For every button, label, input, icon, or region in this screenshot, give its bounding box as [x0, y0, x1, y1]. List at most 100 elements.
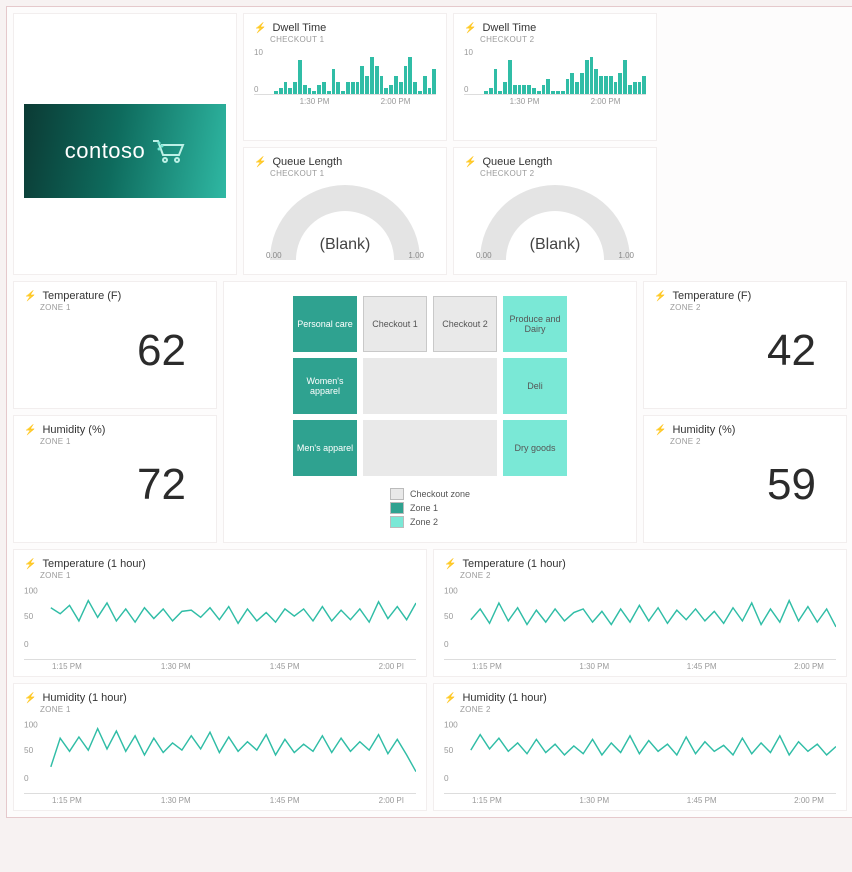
tile-title: Dwell Time: [272, 22, 326, 34]
temperature-zone2-value: 42: [654, 326, 836, 376]
tile-title: Temperature (F): [42, 290, 121, 302]
bolt-icon: ⚡: [444, 693, 456, 704]
gauge-chart: (Blank) 0.00 1.00: [464, 180, 646, 260]
queue-length-checkout1-tile: ⚡Queue Length CHECKOUT 1 (Blank) 0.00 1.…: [243, 147, 447, 275]
queue-length-checkout2-tile: ⚡ Queue Length CHECKOUT 2 (Blank) 0.00 1.…: [453, 147, 657, 275]
zone-cell: Women's apparel: [293, 358, 357, 414]
dwell-time-checkout2-tile: ⚡ Dwell Time CHECKOUT 2 100 1:30 PM2:00 P…: [453, 13, 657, 141]
gauge-min: 0.00: [266, 251, 282, 260]
gauge-min: 0.00: [476, 251, 492, 260]
humidity-zone1-value: 72: [24, 460, 206, 510]
zone-cell: Dry goods: [503, 420, 567, 476]
legend-label: Checkout zone: [410, 489, 470, 499]
line-chart: 100 50 0: [444, 580, 836, 654]
tile-title: Humidity (1 hour): [462, 692, 546, 704]
zone-grid: Personal careCheckout 1Checkout 2Produce…: [293, 296, 567, 476]
svg-text:100: 100: [24, 720, 38, 729]
bolt-icon: ⚡: [24, 559, 36, 570]
cart-icon: [151, 137, 185, 165]
tile-subtitle: CHECKOUT 2: [480, 169, 646, 178]
tile-title: Temperature (1 hour): [42, 558, 145, 570]
zone-cell: [363, 420, 497, 476]
svg-text:100: 100: [444, 720, 458, 729]
dashboard-frame: contoso ⚡ Dwell Time CHECKOUT 1 100 1:30 …: [6, 6, 852, 818]
legend-item: Zone 1: [390, 502, 470, 514]
svg-text:0: 0: [444, 774, 449, 783]
gauge-value: (Blank): [530, 236, 581, 254]
sparkline-chart: 100 1:30 PM2:00 PM: [464, 48, 646, 116]
tile-subtitle: CHECKOUT 1: [270, 169, 436, 178]
bolt-icon: ⚡: [654, 291, 666, 302]
sparkline-chart: 100 1:30 PM2:00 PM: [254, 48, 436, 116]
svg-text:50: 50: [24, 746, 34, 755]
bolt-icon: ⚡: [24, 693, 36, 704]
temperature-zone2-chart: ⚡Temperature (1 hour) ZONE 2 100 50 0 1:…: [433, 549, 847, 677]
bolt-icon: ⚡: [254, 23, 266, 34]
bolt-icon: ⚡: [464, 157, 476, 168]
bolt-icon: ⚡: [444, 559, 456, 570]
humidity-zone1-chart: ⚡Humidity (1 hour) ZONE 1 100 50 0 1:15 …: [13, 683, 427, 811]
zone-cell: Personal care: [293, 296, 357, 352]
legend-label: Zone 1: [410, 503, 438, 513]
zone-map-tile: Personal careCheckout 1Checkout 2Produce…: [223, 281, 637, 543]
legend-label: Zone 2: [410, 517, 438, 527]
tile-subtitle: ZONE 2: [460, 571, 836, 580]
svg-text:100: 100: [444, 586, 458, 595]
line-chart: 100 50 0: [444, 714, 836, 788]
brand-name: contoso: [65, 138, 146, 164]
tile-subtitle: ZONE 2: [670, 437, 836, 446]
humidity-zone2-chart: ⚡Humidity (1 hour) ZONE 2 100 50 0 1:15 …: [433, 683, 847, 811]
zone-cell: Checkout 2: [433, 296, 497, 352]
zone-cell: Produce and Dairy: [503, 296, 567, 352]
temperature-zone1-value: 62: [24, 326, 206, 376]
tile-subtitle: ZONE 2: [670, 303, 836, 312]
humidity-zone2-value: 59: [654, 460, 836, 510]
legend-swatch: [390, 502, 404, 514]
tile-title: Queue Length: [482, 156, 552, 168]
humidity-zone1-tile: ⚡ Humidity (%) ZONE 1 72: [13, 415, 217, 543]
zone-cell: [363, 358, 497, 414]
zone-cell: Checkout 1: [363, 296, 427, 352]
tile-subtitle: ZONE 1: [40, 437, 206, 446]
humidity-zone2-tile: ⚡Humidity (%) ZONE 2 59: [643, 415, 847, 543]
svg-text:100: 100: [24, 586, 38, 595]
temperature-zone2-tile: ⚡Temperature (F) ZONE 2 42: [643, 281, 847, 409]
tile-title: Humidity (1 hour): [42, 692, 126, 704]
tile-subtitle: ZONE 2: [460, 705, 836, 714]
bolt-icon: ⚡: [254, 157, 266, 168]
legend-swatch: [390, 488, 404, 500]
svg-text:0: 0: [444, 640, 449, 649]
tile-subtitle: ZONE 1: [40, 303, 206, 312]
zone-cell: Men's apparel: [293, 420, 357, 476]
temperature-zone1-chart: ⚡Temperature (1 hour) ZONE 1 100 50 0 1:…: [13, 549, 427, 677]
tile-title: Dwell Time: [482, 22, 536, 34]
tile-subtitle: ZONE 1: [40, 571, 416, 580]
svg-text:0: 0: [24, 774, 29, 783]
zone-legend: Checkout zone Zone 1 Zone 2: [390, 488, 470, 530]
temperature-zone1-tile: ⚡ Temperature (F) ZONE 1 62: [13, 281, 217, 409]
bolt-icon: ⚡: [654, 425, 666, 436]
svg-text:50: 50: [24, 612, 34, 621]
svg-text:50: 50: [444, 746, 454, 755]
tile-title: Humidity (%): [42, 424, 105, 436]
brand-tile: contoso: [13, 13, 237, 275]
bolt-icon: ⚡: [24, 291, 36, 302]
line-chart: 100 50 0: [24, 714, 416, 788]
gauge-max: 1.00: [618, 251, 634, 260]
gauge-chart: (Blank) 0.00 1.00: [254, 180, 436, 260]
tile-subtitle: CHECKOUT 2: [480, 35, 646, 44]
legend-item: Zone 2: [390, 516, 470, 528]
bolt-icon: ⚡: [464, 23, 476, 34]
bolt-icon: ⚡: [24, 425, 36, 436]
zone-cell: Deli: [503, 358, 567, 414]
tile-subtitle: CHECKOUT 1: [270, 35, 436, 44]
brand-logo: contoso: [24, 104, 226, 198]
line-chart: 100 50 0: [24, 580, 416, 654]
legend-item: Checkout zone: [390, 488, 470, 500]
svg-text:0: 0: [24, 640, 29, 649]
tile-title: Temperature (1 hour): [462, 558, 565, 570]
svg-text:50: 50: [444, 612, 454, 621]
tile-subtitle: ZONE 1: [40, 705, 416, 714]
gauge-value: (Blank): [320, 236, 371, 254]
legend-swatch: [390, 516, 404, 528]
